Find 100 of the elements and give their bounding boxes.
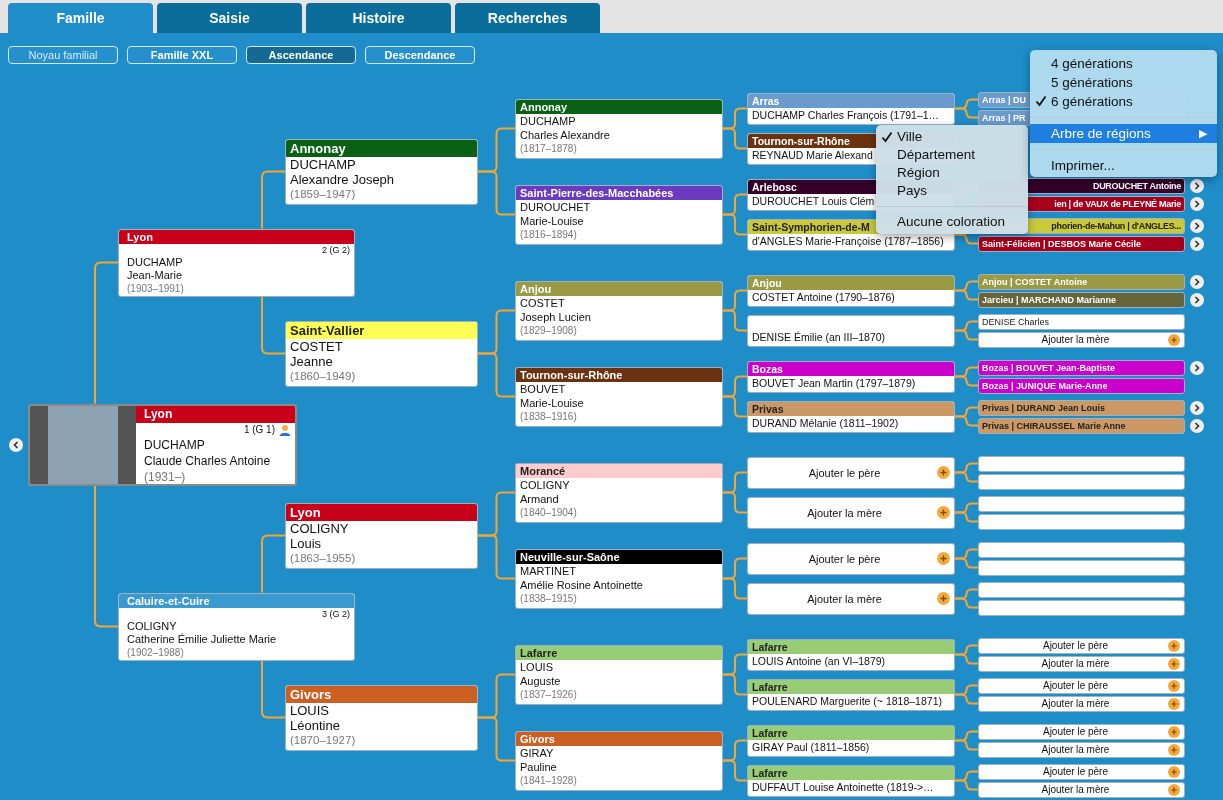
connector-line [954,375,979,387]
expand-button[interactable] [1190,401,1204,415]
expand-button[interactable] [1190,179,1204,193]
person-card[interactable]: Annonay DUCHAMP Alexandre Joseph (1859–1947) [285,138,478,205]
person-card[interactable]: Givors GIRAY Pauline (1841–1928) [515,730,723,791]
add-parent-button[interactable]: Ajouter le père [747,456,955,489]
tab[interactable]: Famille [8,3,153,33]
place-label: Lafarre [748,639,954,654]
person-name: REYNAUD Marie Alexand [751,147,874,163]
surname: DUROUCHET [519,199,592,214]
view-button[interactable]: Ascendance [246,46,356,64]
ancestor-label[interactable]: Saint-Félicien | DESBOS Marie Cécile [978,235,1185,252]
place-label: Morancé [516,463,722,478]
menu-item[interactable]: 6 générations [1030,92,1217,111]
expand-button[interactable] [1190,219,1204,233]
person-card[interactable]: Neuville-sur-Saône MARTINET Amélie Rosine Antoinette (1838–1915) [515,548,723,609]
empty-slot[interactable] [978,495,1185,512]
person-card[interactable]: Lafarre LOUIS Auguste (1837–1926) [515,644,723,705]
view-button[interactable]: Famille XXL [127,46,237,64]
person-card[interactable]: Anjou COSTET Antoine (1790–1876) [747,274,955,307]
connector-line [954,653,979,665]
person-card[interactable]: Givors LOUIS Léontine (1870–1927) [285,684,478,751]
view-button[interactable]: Descendance [365,46,475,64]
person-card[interactable]: Saint-Vallier COSTET Jeanne (1860–1949) [285,320,478,387]
scroll-left-button[interactable] [9,437,23,452]
menu-item[interactable]: 4 générations [1030,54,1217,73]
ancestor-label[interactable]: Privas | DURAND Jean Louis [978,399,1185,416]
empty-slot[interactable] [978,473,1185,490]
connector-line [722,309,748,332]
expand-button[interactable] [1190,275,1204,289]
empty-slot[interactable] [978,581,1185,598]
person-name: LOUIS Antoine (an VI–1879) [751,653,887,669]
life-dates: (1840–1904) [519,505,578,519]
ancestor-label[interactable]: Bozas | JUNIQUE Marie-Anne [978,377,1185,394]
place-label: Lyon [136,405,295,423]
menu-item[interactable]: Arbre de régions ▶ [1030,124,1217,143]
add-parent-button[interactable]: Ajouter la mère [978,331,1185,348]
person-card[interactable]: Saint-Pierre-des-Macchabées DUROUCHET Marie-Louise (1816–1894) [515,184,723,245]
connector-line [954,289,979,301]
surname: DUCHAMP [143,436,206,453]
person-card[interactable]: Tournon-sur-Rhône BOUVET Marie-Louise (1838–1916) [515,366,723,427]
add-parent-button[interactable]: Ajouter le père [978,677,1185,694]
expand-button[interactable] [1190,293,1204,307]
empty-slot[interactable] [978,541,1185,558]
person-card[interactable]: Lafarre LOUIS Antoine (an VI–1879) [747,638,955,671]
add-parent-button[interactable]: Ajouter le père [978,723,1185,740]
add-parent-button[interactable]: Ajouter la mère [747,496,955,529]
tab[interactable]: Histoire [306,3,451,33]
expand-button[interactable] [1190,197,1204,211]
person-card[interactable]: Anjou COSTET Joseph Lucien (1829–1908) [515,280,723,341]
expand-button[interactable] [1190,419,1204,433]
expand-button[interactable] [1190,237,1204,251]
person-card[interactable]: Arras DUCHAMP Charles François (1791–1… [747,92,955,125]
menu-item[interactable]: Imprimer... [1030,156,1217,175]
connector-line [477,352,516,398]
plus-icon [1168,333,1180,346]
ancestor-label[interactable]: Jarcieu | MARCHAND Marianne [978,291,1185,308]
add-parent-button[interactable]: Ajouter la mère [978,741,1185,758]
place-label: Annonay [516,99,722,114]
person-card[interactable]: Lyon 2 (G 2) DUCHAMP Jean-Marie (1903–1991) [118,228,355,297]
chevron-right-icon [1193,404,1201,412]
add-parent-button[interactable]: Ajouter la mère [747,582,955,615]
person-card[interactable]: Bozas BOUVET Jean Martin (1797–1879) [747,360,955,393]
add-parent-button[interactable]: Ajouter la mère [978,655,1185,672]
person-icon [279,423,291,436]
add-parent-button[interactable]: Ajouter le père [978,763,1185,780]
tab[interactable]: Recherches [455,3,600,33]
person-card[interactable]: Lafarre GIRAY Paul (1811–1856) [747,724,955,757]
add-parent-button[interactable]: Ajouter la mère [978,695,1185,712]
add-parent-button[interactable]: Ajouter le père [978,637,1185,654]
empty-slot[interactable] [978,559,1185,576]
person-card[interactable]: Lyon COLIGNY Louis (1863–1955) [285,502,478,569]
sosa-number: 2 (G 2) [322,244,350,255]
plus-icon [937,466,950,479]
ancestor-label[interactable]: DENISE Charles [978,313,1185,330]
expand-button[interactable] [1190,361,1204,375]
menu-item[interactable]: 5 générations [1030,73,1217,92]
empty-slot[interactable] [978,455,1185,472]
connector-line [261,295,286,355]
person-card[interactable]: Privas DURAND Mélanie (1811–1902) [747,400,955,433]
add-parent-button[interactable]: Ajouter le père [747,542,955,575]
connector-line [261,534,286,594]
place-label: Givors [286,685,477,703]
chevron-right-icon [1193,240,1201,248]
add-parent-button[interactable]: Ajouter la mère [978,781,1185,798]
person-card[interactable]: Lafarre POULENARD Marguerite (~ 1818–1871) [747,678,955,711]
person-card[interactable]: DENISE Émilie (an III–1870) [747,314,955,347]
tab[interactable]: Saisie [157,3,302,33]
given-names: Auguste [519,673,562,688]
person-name: COSTET Antoine (1790–1876) [751,289,896,305]
empty-slot[interactable] [978,513,1185,530]
person-name: DENISE Émilie (an III–1870) [751,329,887,345]
person-card[interactable]: Lyon 1 (G 1) DUCHAMP Claude Charles Antoine (1931–) [28,403,297,486]
person-card[interactable]: Annonay DUCHAMP Charles Alexandre (1817–1878) [515,98,723,159]
ancestor-label[interactable]: Bozas | BOUVET Jean-Baptiste [978,359,1185,376]
ancestor-label[interactable]: Privas | CHIRAUSSEL Marie Anne [978,417,1185,434]
person-card[interactable]: Caluire-et-Cuire 3 (G 2) COLIGNY Catherine Émilie Juliette Marie (1902–1988) [118,592,355,661]
person-card[interactable]: Morancé COLIGNY Armand (1840–1904) [515,462,723,523]
person-card[interactable]: Lafarre DUFFAUT Louise Antoinette (1819->… [747,764,955,797]
empty-slot[interactable] [978,599,1185,616]
